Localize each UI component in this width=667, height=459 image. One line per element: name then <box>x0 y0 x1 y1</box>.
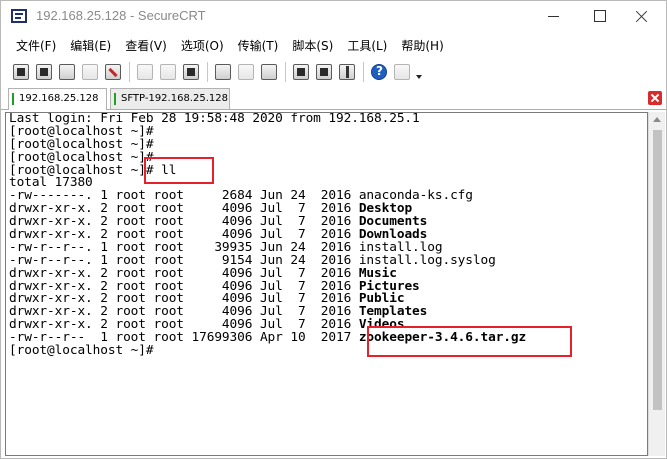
connect-tab-icon <box>59 64 75 80</box>
terminal-output: Last login: Fri Feb 28 19:58:48 2020 fro… <box>9 113 526 358</box>
session-options-icon <box>293 64 309 80</box>
tab-label: 192.168.25.128 <box>19 93 99 104</box>
paste-button[interactable] <box>157 61 179 83</box>
close-window-button[interactable] <box>622 1 667 32</box>
toolbar-separator <box>207 62 208 82</box>
menu-script[interactable]: 脚本(S) <box>285 35 340 57</box>
menu-edit[interactable]: 编辑(E) <box>63 35 118 57</box>
reconnect-button[interactable] <box>79 61 101 83</box>
quick-connect-icon <box>36 64 52 80</box>
tab-label: SFTP-192.168.25.128 <box>121 93 228 104</box>
find-button[interactable] <box>180 61 202 83</box>
menu-transfer[interactable]: 传输(T) <box>231 35 286 57</box>
minimize-button[interactable] <box>530 1 576 32</box>
scroll-thumb[interactable] <box>653 130 662 410</box>
terminal-scrollbar[interactable] <box>648 112 665 456</box>
scroll-up-icon[interactable] <box>653 117 661 122</box>
close-tab-icon[interactable] <box>648 91 662 105</box>
copy-icon <box>137 64 153 80</box>
connected-indicator-icon <box>12 93 14 105</box>
window-title: 192.168.25.128 - SecureCRT <box>36 8 206 23</box>
connect-tab-button[interactable] <box>56 61 78 83</box>
disconnect-icon <box>105 64 121 80</box>
terminal-line: [root@localhost ~]# <box>9 343 154 359</box>
toolbar-separator <box>129 62 130 82</box>
printer-button[interactable] <box>258 61 280 83</box>
print-setup-button[interactable] <box>212 61 234 83</box>
options-icon <box>394 64 410 80</box>
help-button[interactable] <box>368 61 390 83</box>
session-options-button[interactable] <box>290 61 312 83</box>
tab-sftp[interactable]: SFTP-192.168.25.128 <box>110 88 230 109</box>
menu-help[interactable]: 帮助(H) <box>394 35 450 57</box>
global-options-button[interactable] <box>313 61 335 83</box>
connect-icon <box>13 64 29 80</box>
menu-tools[interactable]: 工具(L) <box>340 35 394 57</box>
global-options-icon <box>316 64 332 80</box>
toolbar-overflow-icon[interactable] <box>414 61 424 83</box>
securecrt-app-icon <box>11 9 27 23</box>
menu-view[interactable]: 查看(V) <box>118 35 174 57</box>
find-icon <box>183 64 199 80</box>
keymap-icon <box>339 64 355 80</box>
print-button[interactable] <box>235 61 257 83</box>
quick-connect-button[interactable] <box>33 61 55 83</box>
connected-indicator-icon <box>114 93 116 105</box>
disconnect-button[interactable] <box>102 61 124 83</box>
reconnect-icon <box>82 64 98 80</box>
keymap-button[interactable] <box>336 61 358 83</box>
toolbar <box>1 59 666 85</box>
options-button[interactable] <box>391 61 413 83</box>
menu-file[interactable]: 文件(F) <box>9 35 63 57</box>
securecrt-window: 192.168.25.128 - SecureCRT 文件(F) 编辑(E) 查… <box>0 0 667 459</box>
menu-options[interactable]: 选项(O) <box>174 35 231 57</box>
copy-button[interactable] <box>134 61 156 83</box>
tab-session[interactable]: 192.168.25.128 <box>8 88 107 110</box>
print-setup-icon <box>215 64 231 80</box>
printer-icon <box>261 64 277 80</box>
maximize-button[interactable] <box>576 1 622 32</box>
toolbar-separator <box>363 62 364 82</box>
title-bar[interactable]: 192.168.25.128 - SecureCRT <box>1 1 666 32</box>
toolbar-separator <box>285 62 286 82</box>
paste-icon <box>160 64 176 80</box>
print-icon <box>238 64 254 80</box>
terminal-area[interactable]: Last login: Fri Feb 28 19:58:48 2020 fro… <box>5 112 648 456</box>
help-icon <box>371 64 387 80</box>
menu-bar: 文件(F) 编辑(E) 查看(V) 选项(O) 传输(T) 脚本(S) 工具(L… <box>1 35 666 57</box>
file-name: zookeeper-3.4.6.tar.gz <box>358 330 527 346</box>
connect-button[interactable] <box>10 61 32 83</box>
session-tab-bar: 192.168.25.128 SFTP-192.168.25.128 <box>1 87 666 110</box>
